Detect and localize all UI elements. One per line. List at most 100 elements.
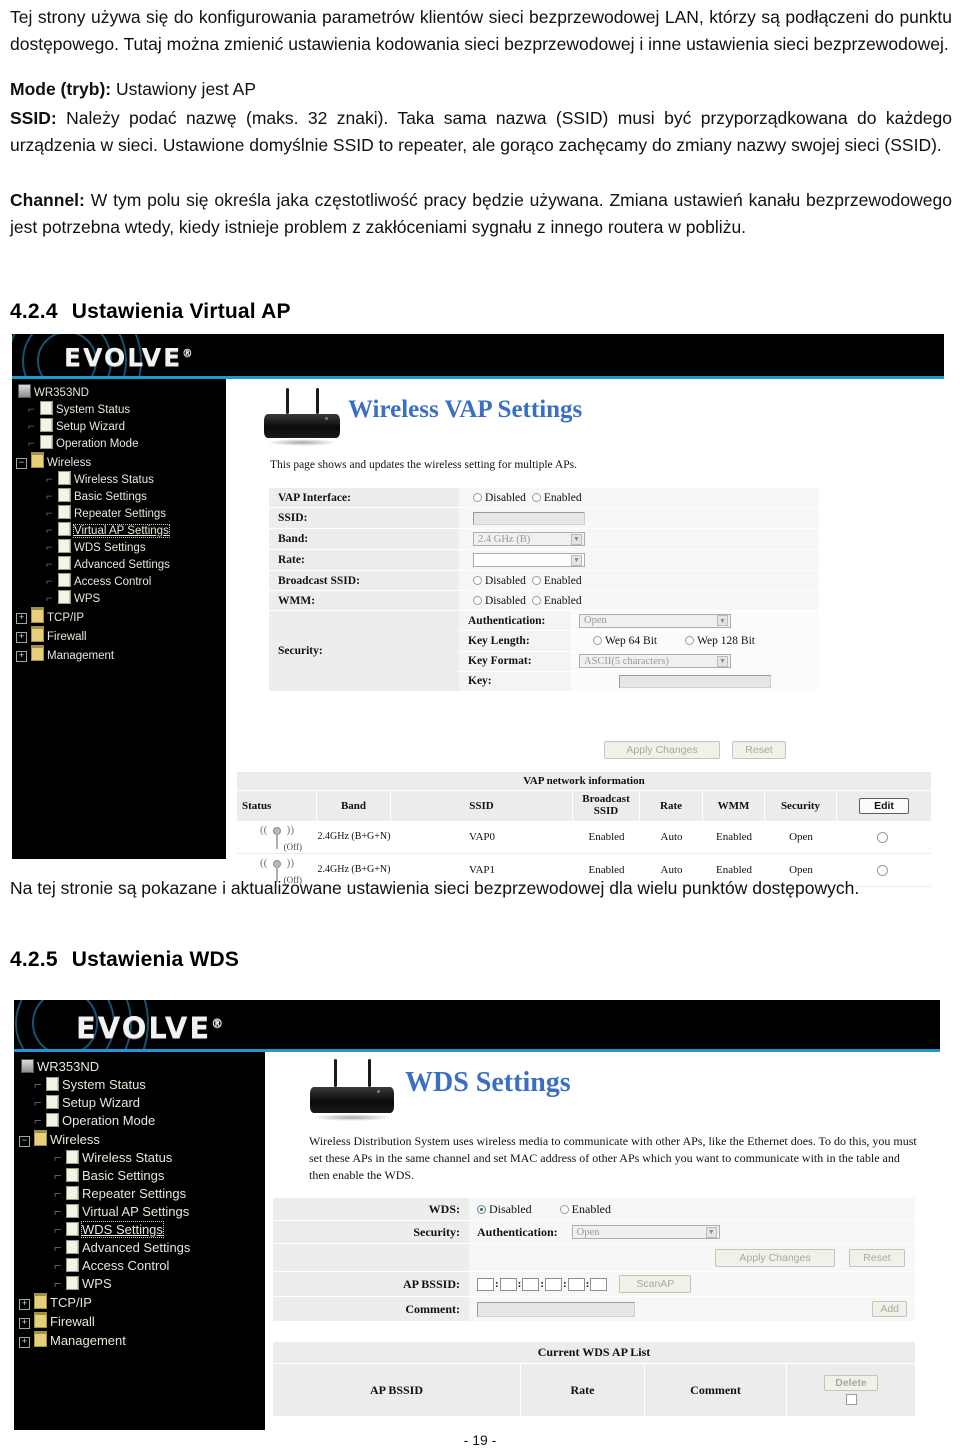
sidebar-item-wds-settings[interactable]: ⌐ WDS Settings: [14, 1221, 265, 1239]
column-header-rate: Rate: [640, 791, 703, 821]
sidebar-item-virtual-ap-settings[interactable]: ⌐ Virtual AP Settings: [12, 522, 226, 539]
wds-radio-disabled[interactable]: Disabled: [477, 1202, 532, 1217]
apply-changes-button[interactable]: Apply Changes: [715, 1248, 835, 1267]
sidebar-item-label: Access Control: [82, 1258, 170, 1273]
form-row-key-length: Key Length: Wep 64 Bit Wep 128 Bit: [459, 631, 819, 652]
sidebar-item-repeater-settings[interactable]: ⌐ Repeater Settings: [14, 1185, 265, 1203]
sidebar-item-wireless-status[interactable]: ⌐ Wireless Status: [14, 1149, 265, 1167]
wds-sidebar-menu[interactable]: WR353ND ⌐ System Status ⌐ Setup Wizard ⌐ Op…: [14, 1052, 265, 1430]
sidebar-item-basic-settings[interactable]: ⌐ Basic Settings: [12, 488, 226, 505]
sidebar-item-operation-mode[interactable]: ⌐ Operation Mode: [14, 1112, 265, 1130]
wmm-radio-disabled[interactable]: Disabled: [473, 595, 526, 607]
add-button[interactable]: Add: [872, 1301, 907, 1317]
vap-table-caption: VAP network information: [237, 772, 931, 791]
chevron-down-icon[interactable]: ▼: [571, 533, 582, 545]
sidebar-item-system-status[interactable]: ⌐ System Status: [12, 401, 226, 418]
collapse-minus-icon[interactable]: −: [19, 1136, 30, 1147]
sidebar-item-wps[interactable]: ⌐ WPS: [12, 590, 226, 607]
expand-plus-icon[interactable]: +: [16, 651, 27, 662]
sidebar-item-operation-mode[interactable]: ⌐ Operation Mode: [12, 435, 226, 452]
edit-button[interactable]: Edit: [859, 798, 909, 814]
wds-authentication-select[interactable]: Open ▼: [571, 1225, 720, 1239]
sidebar-item-access-control[interactable]: ⌐ Access Control: [14, 1257, 265, 1275]
collapse-minus-icon[interactable]: −: [16, 458, 27, 469]
band-select[interactable]: 2.4 GHz (B) ▼: [473, 532, 585, 546]
broadcast-ssid-radio-disabled[interactable]: Disabled: [473, 575, 526, 587]
sidebar-item-access-control[interactable]: ⌐ Access Control: [12, 573, 226, 590]
expand-plus-icon[interactable]: +: [19, 1299, 30, 1310]
sidebar-item-system-status[interactable]: ⌐ System Status: [14, 1076, 265, 1094]
sidebar-item-tcpip[interactable]: + TCP/IP: [12, 607, 226, 626]
delete-button[interactable]: Delete: [824, 1375, 878, 1391]
wmm-radio-enabled[interactable]: Enabled: [531, 595, 582, 607]
ap-bssid-input[interactable]: : : : : :: [477, 1277, 608, 1291]
sidebar-item-management[interactable]: + Management: [14, 1331, 265, 1350]
row-select-radio[interactable]: [877, 831, 888, 843]
key-input[interactable]: [619, 674, 771, 688]
vap-interface-radio-enabled[interactable]: Enabled: [531, 492, 582, 504]
sidebar-item-repeater-settings[interactable]: ⌐ Repeater Settings: [12, 505, 226, 522]
mac-octet-6[interactable]: [590, 1277, 608, 1291]
authentication-select[interactable]: Open ▼: [579, 613, 731, 628]
wds-radio-enabled[interactable]: Enabled: [559, 1202, 611, 1217]
radio-icon[interactable]: [593, 635, 602, 645]
comment-input[interactable]: [477, 1301, 635, 1317]
radio-icon[interactable]: [531, 595, 541, 605]
expand-plus-icon[interactable]: +: [19, 1337, 30, 1348]
mac-octet-3[interactable]: [522, 1277, 540, 1291]
sidebar-item-wr353nd[interactable]: WR353ND: [14, 1058, 265, 1076]
sidebar-item-tcpip[interactable]: + TCP/IP: [14, 1293, 265, 1312]
sidebar-item-basic-settings[interactable]: ⌐ Basic Settings: [14, 1167, 265, 1185]
key-length-radio-wep128[interactable]: Wep 128 Bit: [685, 635, 755, 647]
tree-branch: ⌐: [28, 404, 35, 416]
sidebar-item-advanced-settings[interactable]: ⌐ Advanced Settings: [14, 1239, 265, 1257]
radio-icon[interactable]: [473, 492, 482, 502]
sidebar-item-wireless[interactable]: − Wireless: [12, 452, 226, 471]
vap-sidebar-menu[interactable]: WR353ND ⌐ System Status ⌐ Setup Wizard ⌐ Op…: [12, 379, 226, 859]
sidebar-item-wireless[interactable]: − Wireless: [14, 1130, 265, 1149]
mac-octet-5[interactable]: [567, 1277, 585, 1291]
chevron-down-icon[interactable]: ▼: [705, 1226, 717, 1238]
radio-icon[interactable]: [559, 1204, 569, 1214]
chevron-down-icon[interactable]: ▼: [571, 554, 582, 566]
sidebar-item-setup-wizard[interactable]: ⌐ Setup Wizard: [12, 418, 226, 435]
expand-plus-icon[interactable]: +: [19, 1318, 30, 1329]
scan-ap-button[interactable]: ScanAP: [619, 1275, 692, 1293]
expand-plus-icon[interactable]: +: [16, 613, 27, 624]
sidebar-item-wps[interactable]: ⌐ WPS: [14, 1275, 265, 1293]
radio-icon[interactable]: [531, 575, 541, 585]
sidebar-item-setup-wizard[interactable]: ⌐ Setup Wizard: [14, 1094, 265, 1112]
radio-icon[interactable]: [473, 575, 482, 585]
chevron-down-icon[interactable]: ▼: [717, 615, 728, 627]
paragraph-channel-text: W tym polu się określa jaka częstotliwoś…: [10, 190, 952, 237]
radio-icon[interactable]: [531, 492, 541, 502]
radio-icon[interactable]: [473, 595, 482, 605]
vap-interface-radio-disabled[interactable]: Disabled: [473, 492, 526, 504]
broadcast-ssid-radio-enabled[interactable]: Enabled: [531, 575, 582, 587]
rate-select[interactable]: ▼: [473, 553, 585, 567]
mac-octet-2[interactable]: [499, 1277, 517, 1291]
chevron-down-icon[interactable]: ▼: [717, 655, 728, 667]
radio-icon[interactable]: [685, 635, 695, 645]
key-format-select[interactable]: ASCII(5 characters) ▼: [579, 654, 731, 669]
apply-changes-button[interactable]: Apply Changes: [604, 741, 720, 759]
sidebar-item-advanced-settings[interactable]: ⌐ Advanced Settings: [12, 556, 226, 573]
row-select-radio[interactable]: [877, 864, 888, 876]
mac-octet-4[interactable]: [545, 1277, 563, 1291]
reset-button[interactable]: Reset: [732, 741, 786, 759]
expand-plus-icon[interactable]: +: [16, 632, 27, 643]
mac-octet-1[interactable]: [477, 1277, 494, 1291]
reset-button[interactable]: Reset: [849, 1248, 905, 1267]
sidebar-item-wds-settings[interactable]: ⌐ WDS Settings: [12, 539, 226, 556]
sidebar-item-firewall[interactable]: + Firewall: [14, 1312, 265, 1331]
select-all-checkbox[interactable]: [845, 1394, 857, 1405]
ssid-input[interactable]: [473, 511, 585, 525]
key-length-label: Key Length:: [459, 631, 571, 651]
sidebar-item-virtual-ap-settings[interactable]: ⌐ Virtual AP Settings: [14, 1203, 265, 1221]
key-length-radio-wep64[interactable]: Wep 64 Bit: [593, 635, 657, 647]
sidebar-item-wr353nd[interactable]: WR353ND: [12, 384, 226, 401]
sidebar-item-management[interactable]: + Management: [12, 645, 226, 664]
sidebar-item-wireless-status[interactable]: ⌐ Wireless Status: [12, 471, 226, 488]
sidebar-item-firewall[interactable]: + Firewall: [12, 626, 226, 645]
radio-icon-selected[interactable]: [477, 1204, 486, 1214]
